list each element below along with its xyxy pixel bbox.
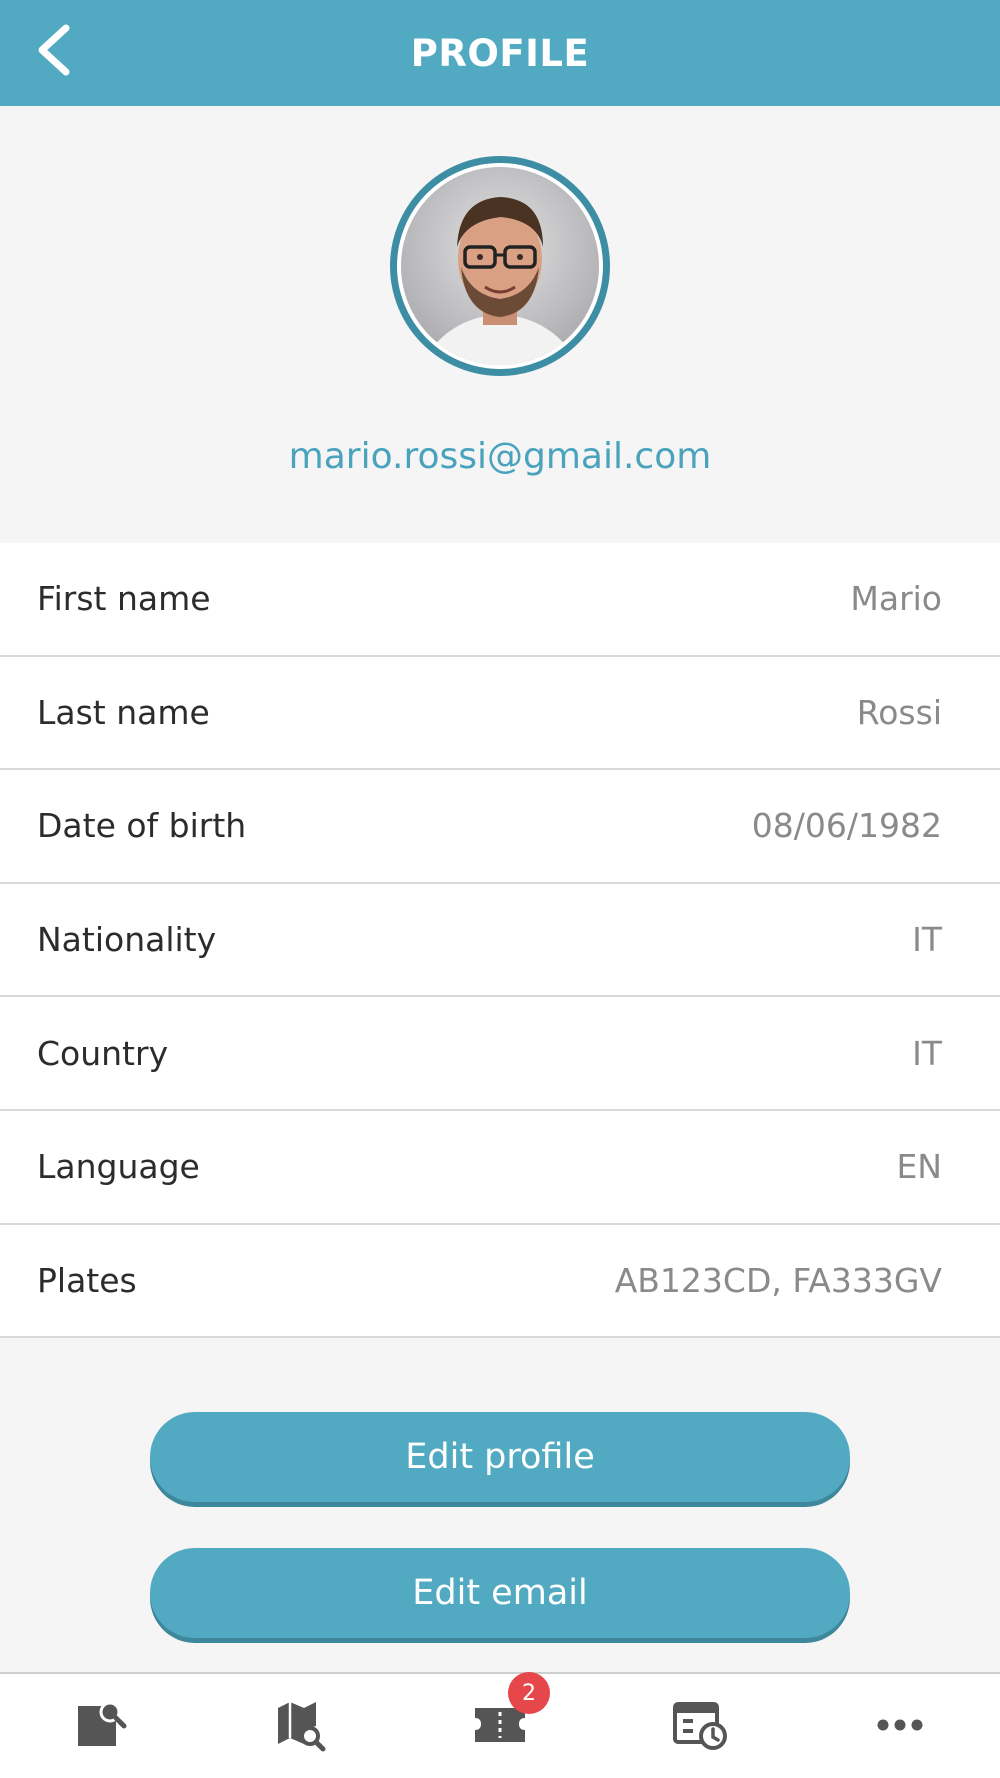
field-label: Plates <box>37 1260 137 1300</box>
profile-screen: PROFILE mario.rossi@gmail.com First name… <box>0 0 1000 1778</box>
field-value: IT <box>912 1033 942 1073</box>
edit-email-button[interactable]: Edit email <box>150 1548 850 1638</box>
field-value: AB123CD, FA333GV <box>614 1260 942 1300</box>
field-label: Country <box>37 1033 169 1073</box>
field-value: Mario <box>850 579 942 619</box>
profile-email: mario.rossi@gmail.com <box>288 436 712 477</box>
field-row-country: Country IT <box>0 997 1000 1111</box>
avatar[interactable] <box>390 156 610 376</box>
nav-item-tickets[interactable]: 2 <box>450 1672 550 1766</box>
edit-profile-button[interactable]: Edit profile <box>150 1412 850 1502</box>
page-title: PROFILE <box>410 31 590 75</box>
field-label: Language <box>37 1147 200 1187</box>
field-value: 08/06/1982 <box>751 806 942 846</box>
field-label: Date of birth <box>37 806 247 846</box>
field-label: Last name <box>37 692 210 732</box>
app-header: PROFILE <box>0 0 1000 106</box>
chevron-left-icon <box>32 22 76 82</box>
field-row-plates: Plates AB123CD, FA333GV <box>0 1224 1000 1339</box>
profile-fields: First name Mario Last name Rossi Date of… <box>0 543 1000 1339</box>
nav-item-history[interactable] <box>650 1686 750 1766</box>
bottom-nav: 2 <box>0 1672 1000 1778</box>
field-label: First name <box>37 579 211 619</box>
field-row-last-name: Last name Rossi <box>0 656 1000 771</box>
field-value: EN <box>896 1147 942 1187</box>
field-row-language: Language EN <box>0 1110 1000 1225</box>
field-label: Nationality <box>37 920 217 960</box>
nav-item-map[interactable] <box>250 1686 350 1766</box>
map-search-icon <box>272 1696 328 1756</box>
more-icon <box>876 1717 924 1736</box>
document-search-icon <box>72 1696 128 1756</box>
field-row-date-of-birth: Date of birth 08/06/1982 <box>0 770 1000 884</box>
back-button[interactable] <box>22 20 86 84</box>
field-row-first-name: First name Mario <box>0 543 1000 657</box>
calendar-clock-icon <box>671 1696 729 1756</box>
field-row-nationality: Nationality IT <box>0 883 1000 998</box>
nav-item-documents[interactable] <box>50 1686 150 1766</box>
field-value: IT <box>912 920 942 960</box>
notification-badge: 2 <box>508 1672 550 1714</box>
field-value: Rossi <box>856 692 942 732</box>
profile-summary: mario.rossi@gmail.com <box>0 106 1000 543</box>
nav-item-more[interactable] <box>850 1686 950 1766</box>
avatar-photo <box>401 167 599 365</box>
